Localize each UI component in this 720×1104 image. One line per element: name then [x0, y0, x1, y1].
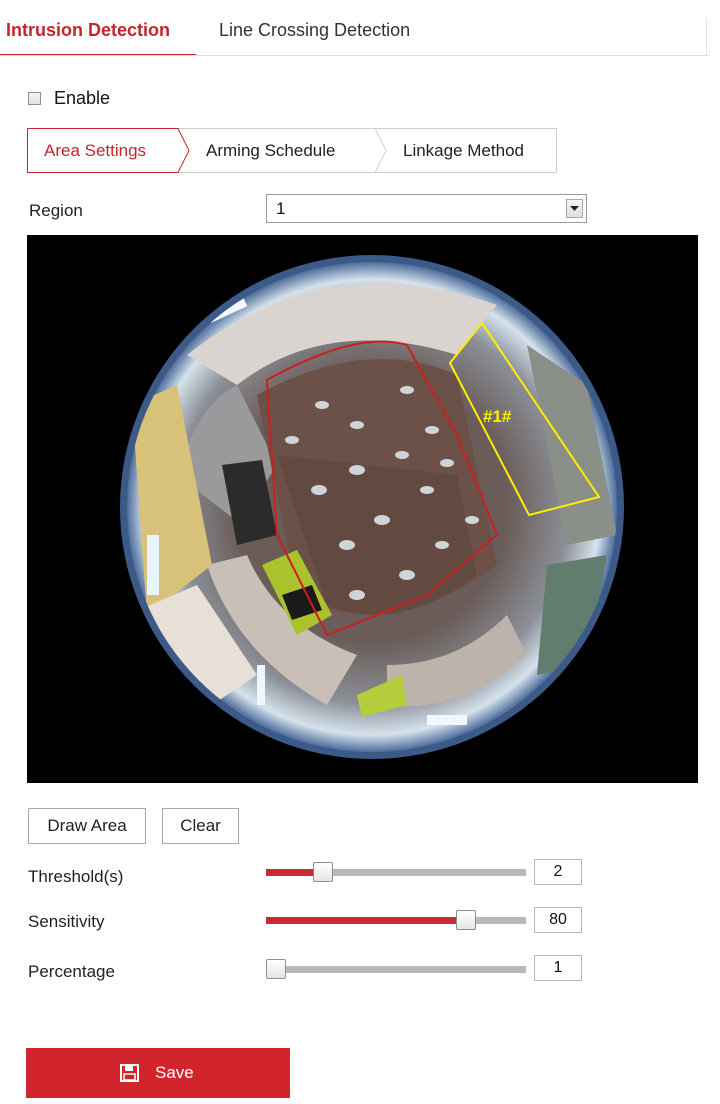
clear-button[interactable]: Clear [162, 808, 239, 844]
threshold-value[interactable]: 2 [534, 859, 582, 885]
fisheye-video-view[interactable]: #1# [27, 235, 698, 783]
sensitivity-slider[interactable] [266, 910, 526, 930]
enable-checkbox[interactable] [28, 92, 41, 105]
sensitivity-label: Sensitivity [28, 912, 105, 931]
enable-label[interactable]: Enable [54, 88, 110, 109]
draw-area-button[interactable]: Draw Area [28, 808, 146, 844]
save-button[interactable]: Save [26, 1048, 290, 1098]
floppy-disk-icon [120, 1064, 139, 1082]
tab-arming-schedule[interactable]: Arming Schedule [206, 141, 335, 161]
sensitivity-thumb[interactable] [456, 910, 477, 930]
sensitivity-fill [266, 917, 467, 924]
region-label: Region [29, 201, 83, 220]
tab-area-settings[interactable]: Area Settings [44, 141, 146, 161]
percentage-thumb[interactable] [266, 959, 287, 979]
threshold-label: Threshold(s) [28, 867, 124, 886]
tab-linkage-method[interactable]: Linkage Method [403, 141, 524, 161]
tab-divider [0, 55, 710, 56]
region-value: 1 [276, 199, 286, 218]
settings-tabs: Area Settings Arming Schedule Linkage Me… [27, 128, 557, 173]
sensitivity-value[interactable]: 80 [534, 907, 582, 933]
percentage-slider[interactable] [266, 959, 526, 979]
detection-tabs: Intrusion Detection Line Crossing Detect… [0, 0, 710, 56]
threshold-thumb[interactable] [313, 862, 334, 882]
dropdown-arrow-icon[interactable] [566, 199, 583, 218]
percentage-label: Percentage [28, 962, 115, 981]
region-select[interactable]: 1 [266, 194, 587, 223]
save-label: Save [155, 1063, 194, 1082]
tab-intrusion-detection[interactable]: Intrusion Detection [6, 20, 170, 41]
tab-line-crossing-detection[interactable]: Line Crossing Detection [219, 20, 410, 41]
percentage-value[interactable]: 1 [534, 955, 582, 981]
region-tag: #1# [483, 407, 512, 426]
fisheye-scene: #1# [120, 255, 624, 759]
threshold-slider[interactable] [266, 862, 526, 882]
tab-edge-line [706, 18, 707, 56]
